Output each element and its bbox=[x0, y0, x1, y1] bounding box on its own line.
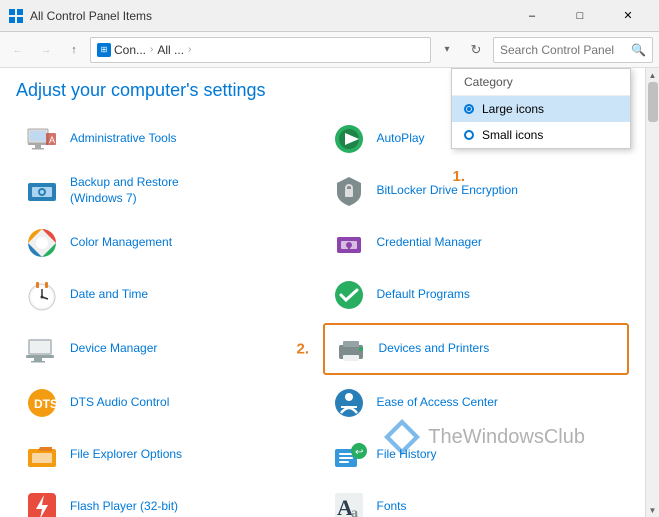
svg-text:A: A bbox=[49, 135, 55, 145]
search-input[interactable] bbox=[500, 43, 631, 57]
list-item[interactable]: BitLocker Drive Encryption bbox=[323, 167, 630, 215]
list-item[interactable]: Default Programs bbox=[323, 271, 630, 319]
fonts-label: Fonts bbox=[377, 499, 407, 515]
svg-text:a: a bbox=[351, 506, 358, 517]
device-manager-icon bbox=[24, 331, 60, 367]
list-item[interactable]: Credential Manager bbox=[323, 219, 630, 267]
dropdown-small-icons-label: Small icons bbox=[482, 128, 543, 142]
svg-text:↩: ↩ bbox=[355, 447, 363, 458]
address-path[interactable]: ⊞ Con... › All ... › bbox=[90, 37, 431, 63]
dropdown-large-icons-label: Large icons bbox=[482, 102, 544, 116]
datetime-icon bbox=[24, 277, 60, 313]
main-area: Adjust your computer's settings View by:… bbox=[0, 68, 659, 517]
devices-printers-label: Devices and Printers bbox=[379, 341, 490, 357]
backup-icon bbox=[24, 173, 60, 209]
ease-icon bbox=[331, 385, 367, 421]
list-item[interactable]: DTS DTS Audio Control bbox=[16, 379, 323, 427]
list-item[interactable]: File Explorer Options bbox=[16, 431, 323, 479]
address-segment-1: ⊞ Con... bbox=[97, 43, 146, 57]
list-item[interactable]: A a Fonts bbox=[323, 483, 630, 517]
scroll-track[interactable] bbox=[646, 82, 659, 503]
list-item[interactable]: Backup and Restore(Windows 7) bbox=[16, 167, 323, 215]
fonts-icon: A a bbox=[331, 489, 367, 517]
list-item[interactable]: Date and Time bbox=[16, 271, 323, 319]
address-seg2-label: All ... bbox=[157, 43, 184, 57]
ease-label: Ease of Access Center bbox=[377, 395, 498, 411]
address-bar: ← → ↑ ⊞ Con... › All ... › ▾ ↻ 🔍 bbox=[0, 32, 659, 68]
credential-icon bbox=[331, 225, 367, 261]
dts-audio-label: DTS Audio Control bbox=[70, 395, 169, 411]
page-title: Adjust your computer's settings bbox=[16, 80, 266, 101]
dropdown-category-label: Category bbox=[464, 75, 513, 89]
admin-tools-label: Administrative Tools bbox=[70, 131, 177, 147]
list-item[interactable]: Color Management bbox=[16, 219, 323, 267]
address-seg1-label: Con... bbox=[114, 43, 146, 57]
forward-button[interactable]: → bbox=[34, 38, 58, 62]
radio-large-icons bbox=[464, 104, 474, 114]
file-history-label: File History bbox=[377, 447, 437, 463]
list-item[interactable]: Ease of Access Center bbox=[323, 379, 630, 427]
default-programs-icon bbox=[331, 277, 367, 313]
scroll-down-arrow[interactable]: ▼ bbox=[646, 503, 659, 517]
items-grid: A Administrative Tools AutoPlay bbox=[16, 115, 629, 517]
window-title: All Control Panel Items bbox=[30, 9, 152, 23]
content-panel: Adjust your computer's settings View by:… bbox=[0, 68, 645, 517]
bitlocker-label: BitLocker Drive Encryption bbox=[377, 183, 518, 199]
refresh-button[interactable]: ↻ bbox=[463, 37, 489, 63]
maximize-button[interactable]: □ bbox=[557, 0, 603, 32]
dropdown-item-small-icons[interactable]: Small icons bbox=[452, 122, 630, 148]
list-item[interactable]: Device Manager bbox=[16, 323, 323, 375]
bitlocker-icon bbox=[331, 173, 367, 209]
dropdown-header: Category bbox=[452, 69, 630, 96]
minimize-button[interactable]: – bbox=[509, 0, 555, 32]
color-label: Color Management bbox=[70, 235, 172, 251]
chevron-icon-2: › bbox=[188, 44, 191, 55]
step-1-label: 1. bbox=[452, 168, 465, 185]
step-2-label: 2. bbox=[297, 341, 310, 358]
admin-tools-icon: A bbox=[24, 121, 60, 157]
list-item[interactable]: Flash Player (32-bit) bbox=[16, 483, 323, 517]
scrollbar[interactable]: ▲ ▼ bbox=[645, 68, 659, 517]
back-button[interactable]: ← bbox=[6, 38, 30, 62]
view-dropdown-menu: Category Large icons Small icons bbox=[451, 68, 631, 149]
flash-player-icon bbox=[24, 489, 60, 517]
scroll-up-arrow[interactable]: ▲ bbox=[646, 68, 659, 82]
device-manager-label: Device Manager bbox=[70, 341, 157, 357]
title-bar: All Control Panel Items – □ ✕ bbox=[0, 0, 659, 32]
chevron-icon-1: › bbox=[150, 44, 153, 55]
autoplay-label: AutoPlay bbox=[377, 131, 425, 147]
search-icon: 🔍 bbox=[631, 43, 646, 57]
file-history-icon: ↩ bbox=[331, 437, 367, 473]
window-icon bbox=[8, 8, 24, 24]
up-button[interactable]: ↑ bbox=[62, 38, 86, 62]
flash-label: Flash Player (32-bit) bbox=[70, 499, 178, 515]
backup-label: Backup and Restore(Windows 7) bbox=[70, 175, 179, 206]
list-item[interactable]: A Administrative Tools bbox=[16, 115, 323, 163]
radio-small-icons bbox=[464, 130, 474, 140]
dropdown-item-large-icons[interactable]: Large icons bbox=[452, 96, 630, 122]
list-item[interactable]: ↩ File History bbox=[323, 431, 630, 479]
devices-printers-icon bbox=[333, 331, 369, 367]
address-dropdown-button[interactable]: ▾ bbox=[435, 37, 459, 63]
default-programs-label: Default Programs bbox=[377, 287, 470, 303]
svg-text:DTS: DTS bbox=[34, 397, 58, 411]
dts-audio-icon: DTS bbox=[24, 385, 60, 421]
color-icon bbox=[24, 225, 60, 261]
datetime-label: Date and Time bbox=[70, 287, 148, 303]
file-explorer-icon bbox=[24, 437, 60, 473]
close-button[interactable]: ✕ bbox=[605, 0, 651, 32]
autoplay-icon bbox=[331, 121, 367, 157]
list-item[interactable]: 2. Devices and Printers bbox=[323, 323, 630, 375]
scroll-thumb[interactable] bbox=[648, 82, 658, 122]
control-panel-icon: ⊞ bbox=[97, 43, 111, 57]
credential-label: Credential Manager bbox=[377, 235, 482, 251]
search-box[interactable]: 🔍 bbox=[493, 37, 653, 63]
file-explorer-label: File Explorer Options bbox=[70, 447, 182, 463]
